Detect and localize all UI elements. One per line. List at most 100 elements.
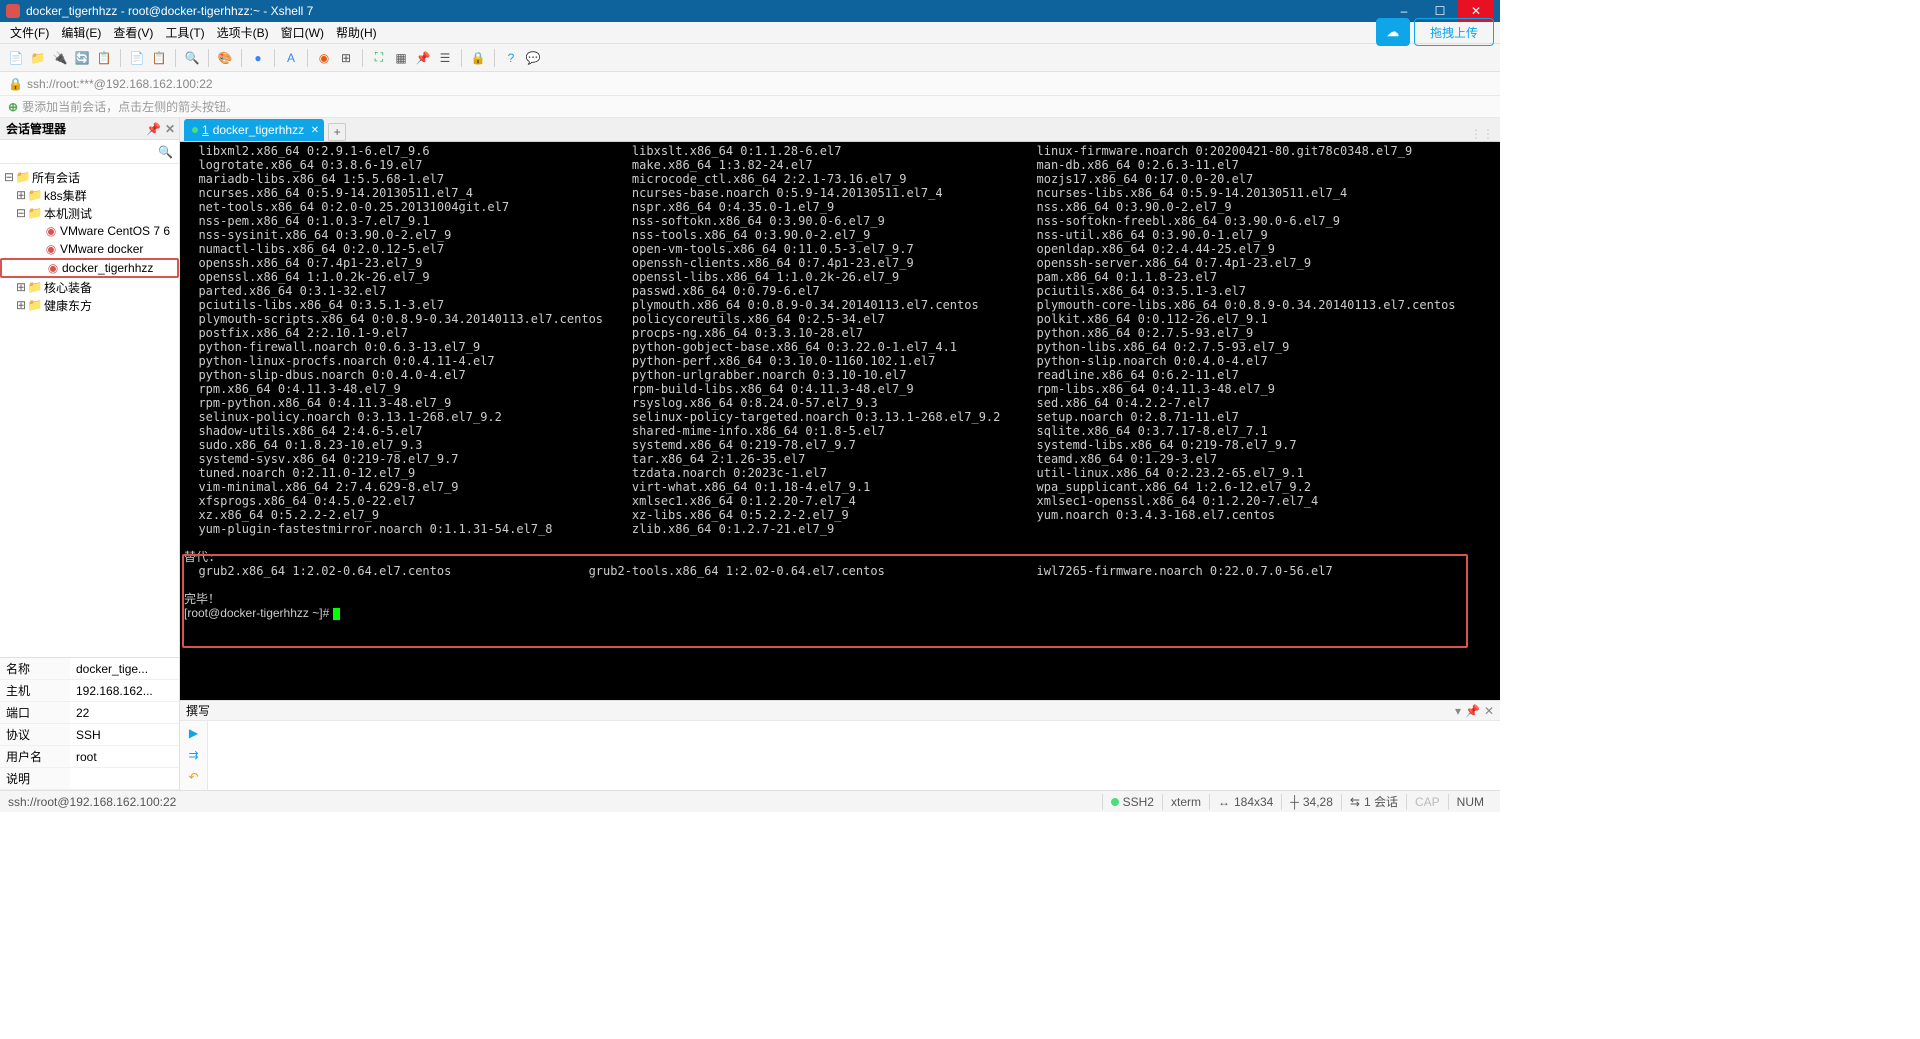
connection-indicator-icon bbox=[192, 127, 198, 133]
always-on-top-icon[interactable]: 📌 bbox=[413, 48, 433, 68]
terminal-tabs: 1 docker_tigerhhzz ✕ + ⋮⋮ bbox=[180, 118, 1500, 142]
font-icon[interactable]: A bbox=[281, 48, 301, 68]
compose-close-icon[interactable]: ✕ bbox=[1484, 704, 1494, 718]
properties-icon[interactable]: 📋 bbox=[94, 48, 114, 68]
fullscreen-icon[interactable]: ⛶ bbox=[369, 48, 389, 68]
compose-title: 撰写 bbox=[186, 702, 210, 719]
session-properties: 名称docker_tige...主机192.168.162...端口22协议SS… bbox=[0, 657, 179, 790]
upload-cloud-icon[interactable]: ☁ bbox=[1376, 18, 1410, 46]
prop-key: 说明 bbox=[0, 768, 70, 790]
hint-text: 要添加当前会话，点击左侧的箭头按钮。 bbox=[22, 98, 238, 115]
tab-scroll-icon[interactable]: ⋮⋮ bbox=[1470, 127, 1494, 141]
status-size: 184x34 bbox=[1234, 795, 1273, 809]
prop-key: 主机 bbox=[0, 680, 70, 702]
separator bbox=[120, 49, 121, 67]
title-bar: docker_tigerhhzz - root@docker-tigerhhzz… bbox=[0, 0, 1500, 22]
menu-tools[interactable]: 工具(T) bbox=[159, 23, 210, 43]
terminal[interactable]: libxml2.x86_64 0:2.9.1-6.el7_9.6 libxslt… bbox=[180, 142, 1500, 700]
prop-value bbox=[70, 768, 179, 790]
search-icon: 🔍 bbox=[158, 145, 173, 159]
hint-bar: ⊕ 要添加当前会话，点击左侧的箭头按钮。 bbox=[0, 96, 1500, 118]
separator bbox=[241, 49, 242, 67]
send-all-icon[interactable]: ⇉ bbox=[186, 747, 202, 763]
close-panel-icon[interactable]: ✕ bbox=[165, 122, 175, 136]
transparent-icon[interactable]: ▦ bbox=[391, 48, 411, 68]
help-icon[interactable]: ? bbox=[501, 48, 521, 68]
menu-edit[interactable]: 编辑(E) bbox=[55, 23, 107, 43]
session-folder[interactable]: ⊞📁核心装备 bbox=[0, 278, 179, 296]
menu-bar: 文件(F) 编辑(E) 查看(V) 工具(T) 选项卡(B) 窗口(W) 帮助(… bbox=[0, 22, 1500, 44]
connection-dot-icon bbox=[1111, 798, 1119, 806]
status-cursor: 34,28 bbox=[1303, 795, 1333, 809]
session-manager-title: 会话管理器 bbox=[6, 120, 66, 137]
session-search[interactable]: 🔍 bbox=[0, 140, 179, 164]
session-manager-header: 会话管理器 📌 ✕ bbox=[0, 118, 179, 140]
xftp-icon[interactable]: 💬 bbox=[523, 48, 543, 68]
open-session-icon[interactable]: 📁 bbox=[28, 48, 48, 68]
copy-icon[interactable]: 📄 bbox=[127, 48, 147, 68]
prop-value: SSH bbox=[70, 724, 179, 746]
menu-file[interactable]: 文件(F) bbox=[4, 23, 55, 43]
pin-icon[interactable]: 📌 bbox=[146, 122, 161, 136]
quick-command-icon[interactable]: ⊞ bbox=[336, 48, 356, 68]
session-host[interactable]: ◉VMware docker bbox=[0, 240, 179, 258]
compose-dropdown-icon[interactable]: ▾ bbox=[1455, 704, 1461, 718]
session-host[interactable]: ◉VMware CentOS 7 6 bbox=[0, 222, 179, 240]
compose-pane: 撰写 ▾ 📌 ✕ ▶ ⇉ ↶ bbox=[180, 700, 1500, 790]
menu-tabs[interactable]: 选项卡(B) bbox=[211, 23, 275, 43]
prop-value: root bbox=[70, 746, 179, 768]
prop-key: 用户名 bbox=[0, 746, 70, 768]
reconnect-icon[interactable]: 🔄 bbox=[72, 48, 92, 68]
menu-help[interactable]: 帮助(H) bbox=[330, 23, 383, 43]
compose-input[interactable] bbox=[208, 721, 1500, 790]
session-folder[interactable]: ⊞📁健康东方 bbox=[0, 296, 179, 314]
address-text[interactable]: ssh://root:***@192.168.162.100:22 bbox=[27, 77, 213, 91]
session-manager-panel: 会话管理器 📌 ✕ 🔍 ⊟📁所有会话⊞📁k8s集群⊟📁本机测试◉VMware Ce… bbox=[0, 118, 180, 790]
session-folder[interactable]: ⊞📁k8s集群 bbox=[0, 186, 179, 204]
separator bbox=[461, 49, 462, 67]
prop-value: 22 bbox=[70, 702, 179, 724]
separator bbox=[208, 49, 209, 67]
plus-icon[interactable]: ⊕ bbox=[8, 100, 18, 114]
session-host[interactable]: ◉docker_tigerhhzz bbox=[0, 258, 179, 278]
send-icon[interactable]: ▶ bbox=[186, 725, 202, 741]
session-folder[interactable]: ⊟📁所有会话 bbox=[0, 168, 179, 186]
upload-button[interactable]: 拖拽上传 bbox=[1414, 18, 1494, 46]
paste-icon[interactable]: 📋 bbox=[149, 48, 169, 68]
compose-pin-icon[interactable]: 📌 bbox=[1465, 704, 1480, 718]
separator bbox=[307, 49, 308, 67]
menu-view[interactable]: 查看(V) bbox=[107, 23, 159, 43]
status-numlock: NUM bbox=[1448, 794, 1492, 810]
new-tab-button[interactable]: + bbox=[328, 123, 346, 141]
status-connection: ssh://root@192.168.162.100:22 bbox=[8, 795, 176, 809]
prop-key: 名称 bbox=[0, 658, 70, 680]
separator bbox=[175, 49, 176, 67]
tunneling-icon[interactable]: 🎨 bbox=[215, 48, 235, 68]
disconnect-icon[interactable]: 🔌 bbox=[50, 48, 70, 68]
search-icon[interactable]: 🔍 bbox=[182, 48, 202, 68]
session-tree[interactable]: ⊟📁所有会话⊞📁k8s集群⊟📁本机测试◉VMware CentOS 7 6◉VM… bbox=[0, 164, 179, 657]
address-bar: 🔒 ssh://root:***@192.168.162.100:22 bbox=[0, 72, 1500, 96]
size-icon: ↔ bbox=[1218, 795, 1230, 809]
tab-close-icon[interactable]: ✕ bbox=[311, 125, 319, 136]
colors-icon[interactable]: ● bbox=[248, 48, 268, 68]
lock-icon[interactable]: 🔒 bbox=[468, 48, 488, 68]
layout-icon[interactable]: ☰ bbox=[435, 48, 455, 68]
cursor-icon: ┼ bbox=[1290, 795, 1299, 809]
window-title: docker_tigerhhzz - root@docker-tigerhhzz… bbox=[26, 4, 1386, 18]
session-folder[interactable]: ⊟📁本机测试 bbox=[0, 204, 179, 222]
prop-value: docker_tige... bbox=[70, 658, 179, 680]
new-session-icon[interactable]: 📄 bbox=[6, 48, 26, 68]
prop-key: 协议 bbox=[0, 724, 70, 746]
highlight-box bbox=[182, 554, 1468, 648]
status-ssh: SSH2 bbox=[1123, 795, 1154, 809]
app-icon bbox=[6, 4, 20, 18]
scripts-icon[interactable]: ◉ bbox=[314, 48, 334, 68]
menu-window[interactable]: 窗口(W) bbox=[275, 23, 330, 43]
toolbar: 📄 📁 🔌 🔄 📋 📄 📋 🔍 🎨 ● A ◉ ⊞ ⛶ ▦ 📌 ☰ 🔒 ? 💬 bbox=[0, 44, 1500, 72]
tab-docker-tigerhhzz[interactable]: 1 docker_tigerhhzz ✕ bbox=[184, 119, 324, 141]
status-bar: ssh://root@192.168.162.100:22 SSH2 xterm… bbox=[0, 790, 1500, 812]
history-icon[interactable]: ↶ bbox=[186, 769, 202, 785]
separator bbox=[362, 49, 363, 67]
prop-value: 192.168.162... bbox=[70, 680, 179, 702]
